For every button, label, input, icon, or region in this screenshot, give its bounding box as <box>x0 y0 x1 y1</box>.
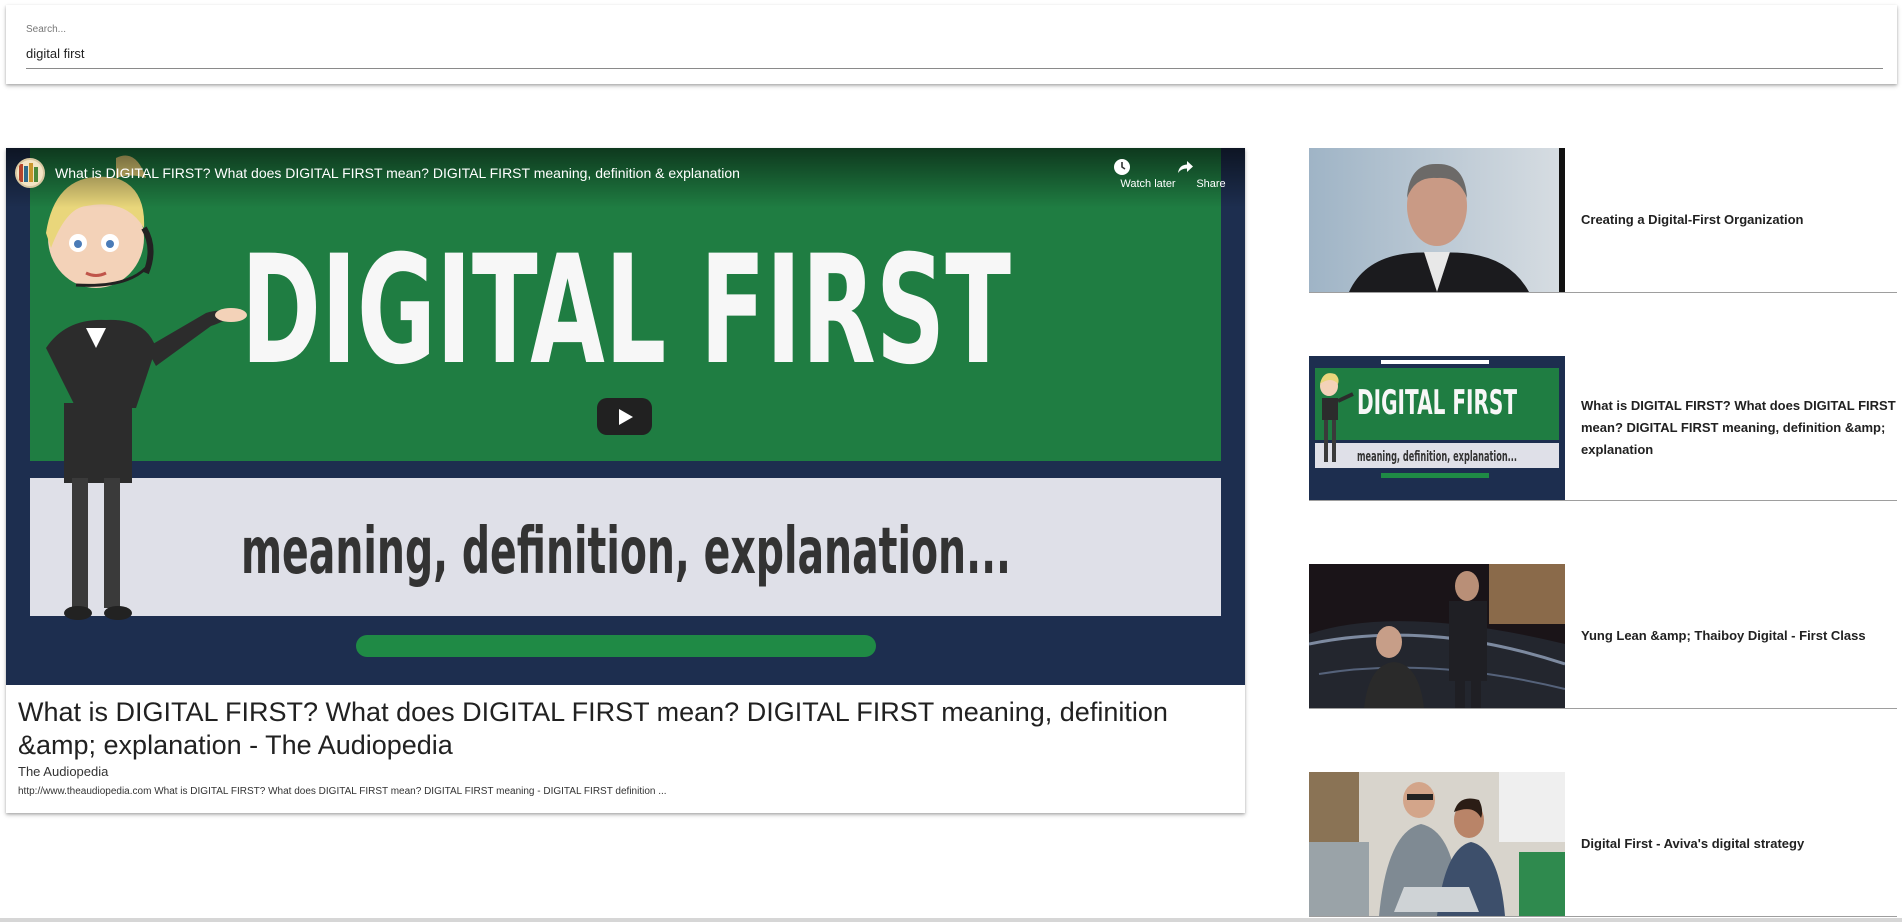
clock-icon <box>1113 158 1183 178</box>
watch-later-label: Watch later <box>1120 178 1176 190</box>
share-label: Share <box>1196 178 1226 190</box>
player-title[interactable]: What is DIGITAL FIRST? What does DIGITAL… <box>55 165 740 181</box>
video-description: http://www.theaudiopedia.com What is DIG… <box>18 786 667 797</box>
video-title[interactable]: What is DIGITAL FIRST? What does DIGITAL… <box>18 696 1228 762</box>
main-video-card: DIGITAL FIRST meaning, definition, expla… <box>6 148 1245 813</box>
related-video-item[interactable]: Creating a Digital-First Organization <box>1309 148 1897 293</box>
related-video-item[interactable]: Digital First - Aviva's digital strategy <box>1309 772 1897 917</box>
related-video-thumbnail[interactable]: DIGITAL FIRST meaning, definition, expla… <box>1309 356 1565 500</box>
related-video-thumbnail[interactable] <box>1309 564 1565 708</box>
channel-avatar[interactable] <box>15 158 45 188</box>
related-thumb-headline: DIGITAL FIRST <box>1357 383 1517 423</box>
related-video-item[interactable]: DIGITAL FIRST meaning, definition, expla… <box>1309 356 1897 501</box>
thumbnail-headline: DIGITAL FIRST <box>241 224 1011 398</box>
watch-later-button[interactable]: Watch later <box>1113 158 1183 198</box>
search-input[interactable] <box>26 46 1883 61</box>
video-channel: The Audiopedia <box>18 764 109 779</box>
search-field[interactable]: Search... <box>26 24 1883 69</box>
related-video-thumbnail[interactable] <box>1309 772 1565 916</box>
search-card: Search... <box>6 5 1897 84</box>
thumbnail-subline: meaning, definition, explanation... <box>241 515 1011 589</box>
video-player[interactable]: DIGITAL FIRST meaning, definition, expla… <box>6 148 1245 685</box>
share-button[interactable]: Share <box>1176 158 1245 198</box>
related-video-item[interactable]: Yung Lean &amp; Thaiboy Digital - First … <box>1309 564 1897 709</box>
search-label: Search... <box>26 24 67 35</box>
related-thumb-subline: meaning, definition, explanation... <box>1357 449 1517 465</box>
related-video-thumbnail[interactable] <box>1309 148 1565 292</box>
related-video-title[interactable]: What is DIGITAL FIRST? What does DIGITAL… <box>1581 356 1897 500</box>
related-video-title[interactable]: Yung Lean &amp; Thaiboy Digital - First … <box>1581 564 1897 708</box>
share-arrow-icon <box>1176 158 1245 178</box>
horizontal-scrollbar[interactable] <box>0 918 1902 922</box>
play-button[interactable] <box>597 398 652 435</box>
related-video-title[interactable]: Creating a Digital-First Organization <box>1581 148 1897 292</box>
related-video-title[interactable]: Digital First - Aviva's digital strategy <box>1581 772 1897 916</box>
books-icon <box>19 163 38 182</box>
